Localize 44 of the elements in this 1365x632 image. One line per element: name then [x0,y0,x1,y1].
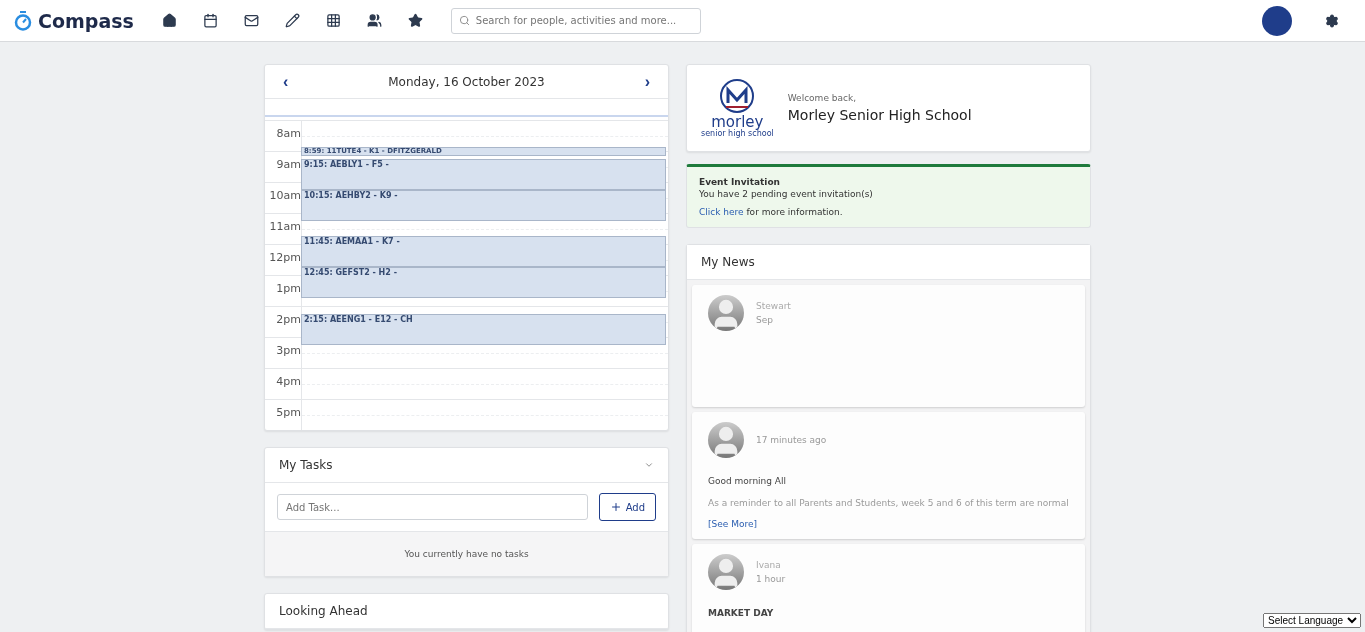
avatar-silhouette [708,295,744,331]
calendar-event[interactable]: 10:15: AEHBY2 - K9 - [301,189,666,221]
empty-message: You currently have no tasks [265,531,668,576]
see-more-link[interactable]: [See More] [708,519,757,529]
banner-message: You have 2 pending event invitation(s) [699,189,874,199]
language-select[interactable]: Select Language [1263,613,1361,628]
school-logo: morley senior high school [701,78,774,138]
task-input[interactable]: Add Task... [277,494,588,520]
add-button[interactable]: Add [598,493,656,521]
news-item[interactable]: Ivana 1 hour MARKET DAY [692,544,1085,632]
welcome-text: Welcome back, [787,93,858,103]
calendar-event[interactable]: 9:15: AEBLY1 - F5 - [301,158,666,190]
calendar-event[interactable]: 11:45: AEMAA1 - K7 - [301,236,666,268]
banner-link-text: Click here for more information. [699,207,844,217]
avatar-silhouette [708,554,744,590]
avatar[interactable] [1262,5,1292,36]
card-title: Looking Ahead [279,604,368,618]
search-field[interactable]: Search for people, activities and more... [450,7,701,34]
stopwatch-icon [14,10,32,31]
brand-name[interactable]: Compass [38,9,134,32]
calendar-event[interactable]: 2:15: AEENG1 - E12 - CH [301,313,666,345]
hour-label: 5pm [265,400,302,430]
plus-icon [609,501,622,513]
banner-title: Event Invitation [699,177,782,187]
calendar-event[interactable]: 12:45: GEFST2 - H2 - [301,267,666,299]
post-time: 17 minutes ago [756,434,827,447]
card-title: My News [701,255,755,269]
news-text: Good morning All [708,476,788,486]
search-icon [458,15,470,26]
news-text: MARKET DAY [708,608,775,618]
card-title: My Tasks [279,458,333,472]
hour-label: 4pm [265,369,302,399]
news-text: As a reminder to all Parents and Students, week 5 and 6 of this term are normal [708,498,1069,508]
author-name: Ivana [756,559,782,572]
previous-button[interactable]: ‹ [277,72,295,91]
calendar-date: Monday, 16 October 2023 [388,74,545,89]
author-name: Stewart [756,300,791,313]
next-button[interactable]: › [638,72,656,91]
school-name: Morley Senior High School [787,107,972,123]
post-time: Sep [756,314,774,327]
post-time: 1 hour [756,573,786,586]
avatar-silhouette [708,422,744,458]
click-here-link[interactable]: Click here [699,207,744,217]
news-item[interactable]: 17 minutes ago Good morning All As a reminder to all Parents and Students, week 5 and 6 of this term are normal [See More] [692,412,1085,539]
